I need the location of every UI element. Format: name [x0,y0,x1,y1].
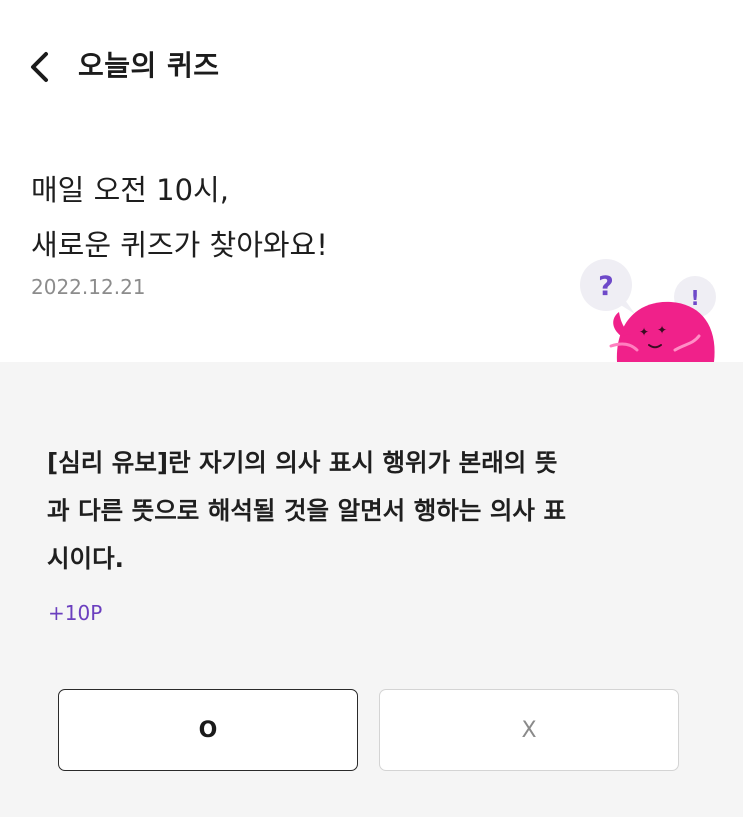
quiz-question-line: 과 다른 뜻으로 해석될 것을 알면서 행하는 의사 표 [47,496,567,525]
mascot-illustration: ? ! ✦ ✦ [580,259,716,362]
page-title: 오늘의 퀴즈 [78,49,220,82]
chevron-left-icon [31,52,48,82]
answer-o-button[interactable]: O [58,689,358,771]
back-button[interactable] [22,46,58,88]
app-header: 오늘의 퀴즈 [0,0,743,134]
quiz-date: 2022.12.21 [31,275,146,299]
exclamation-mark-glyph: ! [690,286,699,310]
question-mark-glyph: ? [598,271,614,302]
quiz-question: [심리 유보]란 자기의 의사 표시 행위가 본래의 뜻 과 다른 뜻으로 해석… [47,439,707,583]
intro-headline-line-2: 새로운 퀴즈가 찾아와요! [31,228,328,262]
quiz-question-line: [심리 유보]란 자기의 의사 표시 행위가 본래의 뜻 [47,448,558,477]
quiz-card: [심리 유보]란 자기의 의사 표시 행위가 본래의 뜻 과 다른 뜻으로 해석… [0,362,743,817]
answer-x-label: X [521,717,537,743]
reward-points-label: +10P [48,601,103,625]
intro-headline-line-1: 매일 오전 10시, [31,173,229,207]
answer-x-button[interactable]: X [379,689,679,771]
quiz-question-line: 시이다. [47,544,124,573]
answer-o-label: O [198,717,218,743]
quiz-intro-banner: 매일 오전 10시, 새로운 퀴즈가 찾아와요! 2022.12.21 ? ! … [0,134,743,362]
svg-text:✦: ✦ [657,323,667,337]
svg-text:✦: ✦ [639,325,649,339]
